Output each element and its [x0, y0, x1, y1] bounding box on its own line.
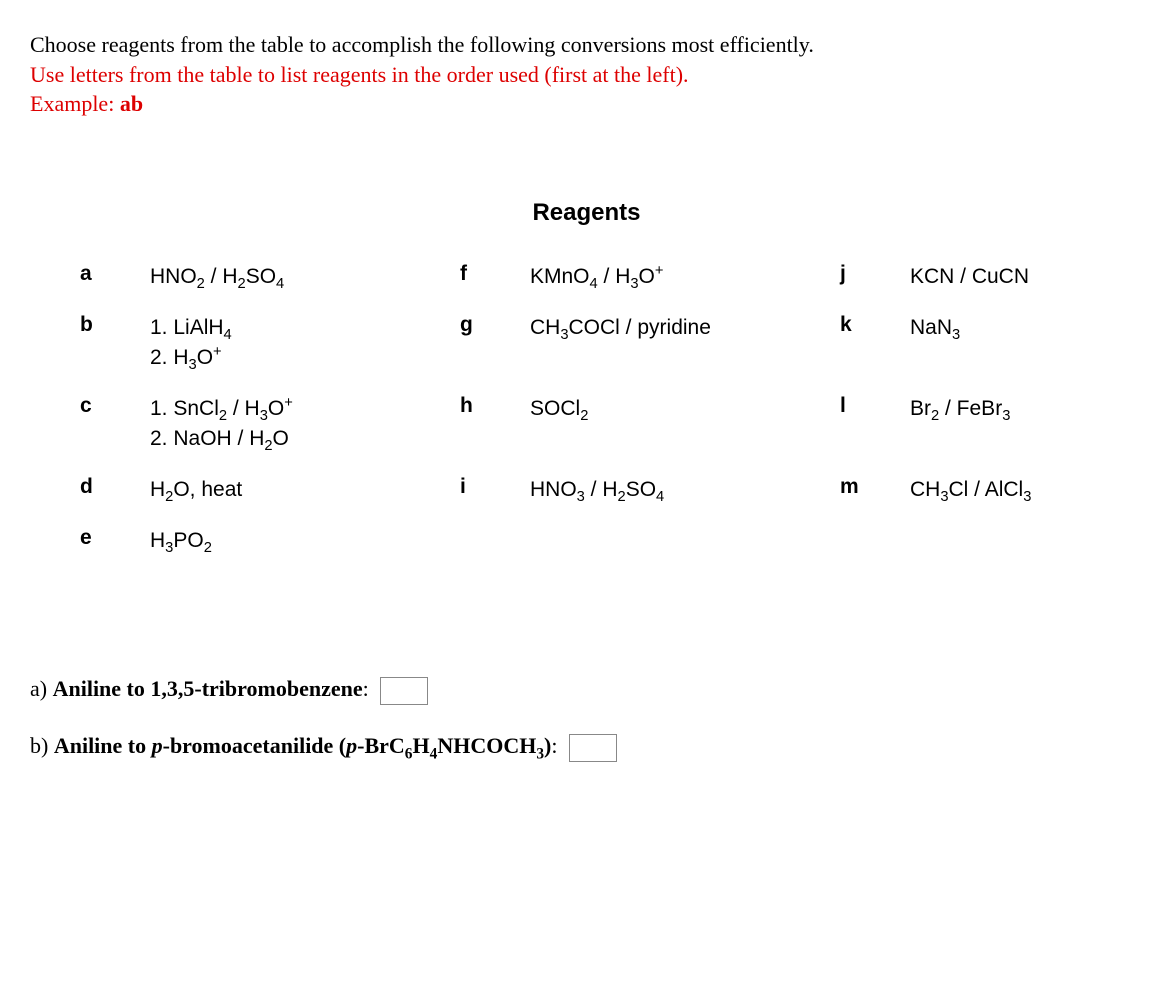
reagent-letter: c [80, 394, 150, 418]
reagent-letter: m [840, 475, 910, 499]
question-b-prefix: b) [30, 733, 54, 758]
reagent-letter: b [80, 313, 150, 337]
reagents-table: a HNO2 / H2SO4 f KMnO4 / H3O+ j KCN / Cu… [80, 262, 1143, 556]
answer-input-a[interactable] [380, 677, 428, 705]
reagent-letter: a [80, 262, 150, 286]
reagent-letter: e [80, 526, 150, 550]
question-a: a) Aniline to 1,3,5-tribromobenzene: [30, 676, 1143, 705]
reagent-content: HNO2 / H2SO4 [150, 262, 284, 291]
reagent-content: CH3Cl / AlCl3 [910, 475, 1031, 504]
reagent-letter: d [80, 475, 150, 499]
instruction-line-1: Choose reagents from the table to accomp… [30, 32, 814, 57]
reagent-letter: g [460, 313, 530, 337]
reagent-content: CH3COCl / pyridine [530, 313, 711, 342]
answer-input-b[interactable] [569, 734, 617, 762]
question-b-text: Aniline to p-bromoacetanilide (p-BrC6H4N… [54, 733, 552, 758]
reagent-c: c 1. SnCl2 / H3O+2. NaOH / H2O [80, 394, 460, 453]
reagent-content: 1. SnCl2 / H3O+2. NaOH / H2O [150, 394, 293, 453]
question-a-suffix: : [363, 676, 369, 701]
reagent-content: HNO3 / H2SO4 [530, 475, 664, 504]
reagent-b: b 1. LiAlH42. H3O+ [80, 313, 460, 372]
question-a-text: Aniline to 1,3,5-tribromobenzene [53, 676, 363, 701]
reagent-k: k NaN3 [840, 313, 1143, 372]
reagent-letter: h [460, 394, 530, 418]
reagent-content: SOCl2 [530, 394, 588, 423]
example-label: Example: ab [30, 91, 143, 116]
reagent-e: e H3PO2 [80, 526, 460, 555]
question-a-prefix: a) [30, 676, 53, 701]
question-b-suffix: : [551, 733, 557, 758]
reagent-content: 1. LiAlH42. H3O+ [150, 313, 232, 372]
instructions-block: Choose reagents from the table to accomp… [30, 30, 1143, 119]
reagent-l: l Br2 / FeBr3 [840, 394, 1143, 453]
reagent-d: d H2O, heat [80, 475, 460, 504]
reagent-content: NaN3 [910, 313, 960, 342]
reagent-content: KMnO4 / H3O+ [530, 262, 663, 291]
reagent-g: g CH3COCl / pyridine [460, 313, 840, 372]
reagent-f: f KMnO4 / H3O+ [460, 262, 840, 291]
instruction-line-2: Use letters from the table to list reage… [30, 62, 689, 87]
reagent-letter: i [460, 475, 530, 499]
reagent-j: j KCN / CuCN [840, 262, 1143, 291]
reagent-h: h SOCl2 [460, 394, 840, 453]
reagent-letter: k [840, 313, 910, 337]
reagent-content: KCN / CuCN [910, 262, 1029, 291]
reagent-content: H2O, heat [150, 475, 242, 504]
reagents-heading: Reagents [30, 199, 1143, 227]
reagent-content: H3PO2 [150, 526, 212, 555]
reagent-content: Br2 / FeBr3 [910, 394, 1010, 423]
reagent-a: a HNO2 / H2SO4 [80, 262, 460, 291]
reagent-letter: l [840, 394, 910, 418]
question-b: b) Aniline to p-bromoacetanilide (p-BrC6… [30, 733, 1143, 762]
reagent-letter: f [460, 262, 530, 286]
reagent-m: m CH3Cl / AlCl3 [840, 475, 1143, 504]
reagent-i: i HNO3 / H2SO4 [460, 475, 840, 504]
reagent-letter: j [840, 262, 910, 286]
